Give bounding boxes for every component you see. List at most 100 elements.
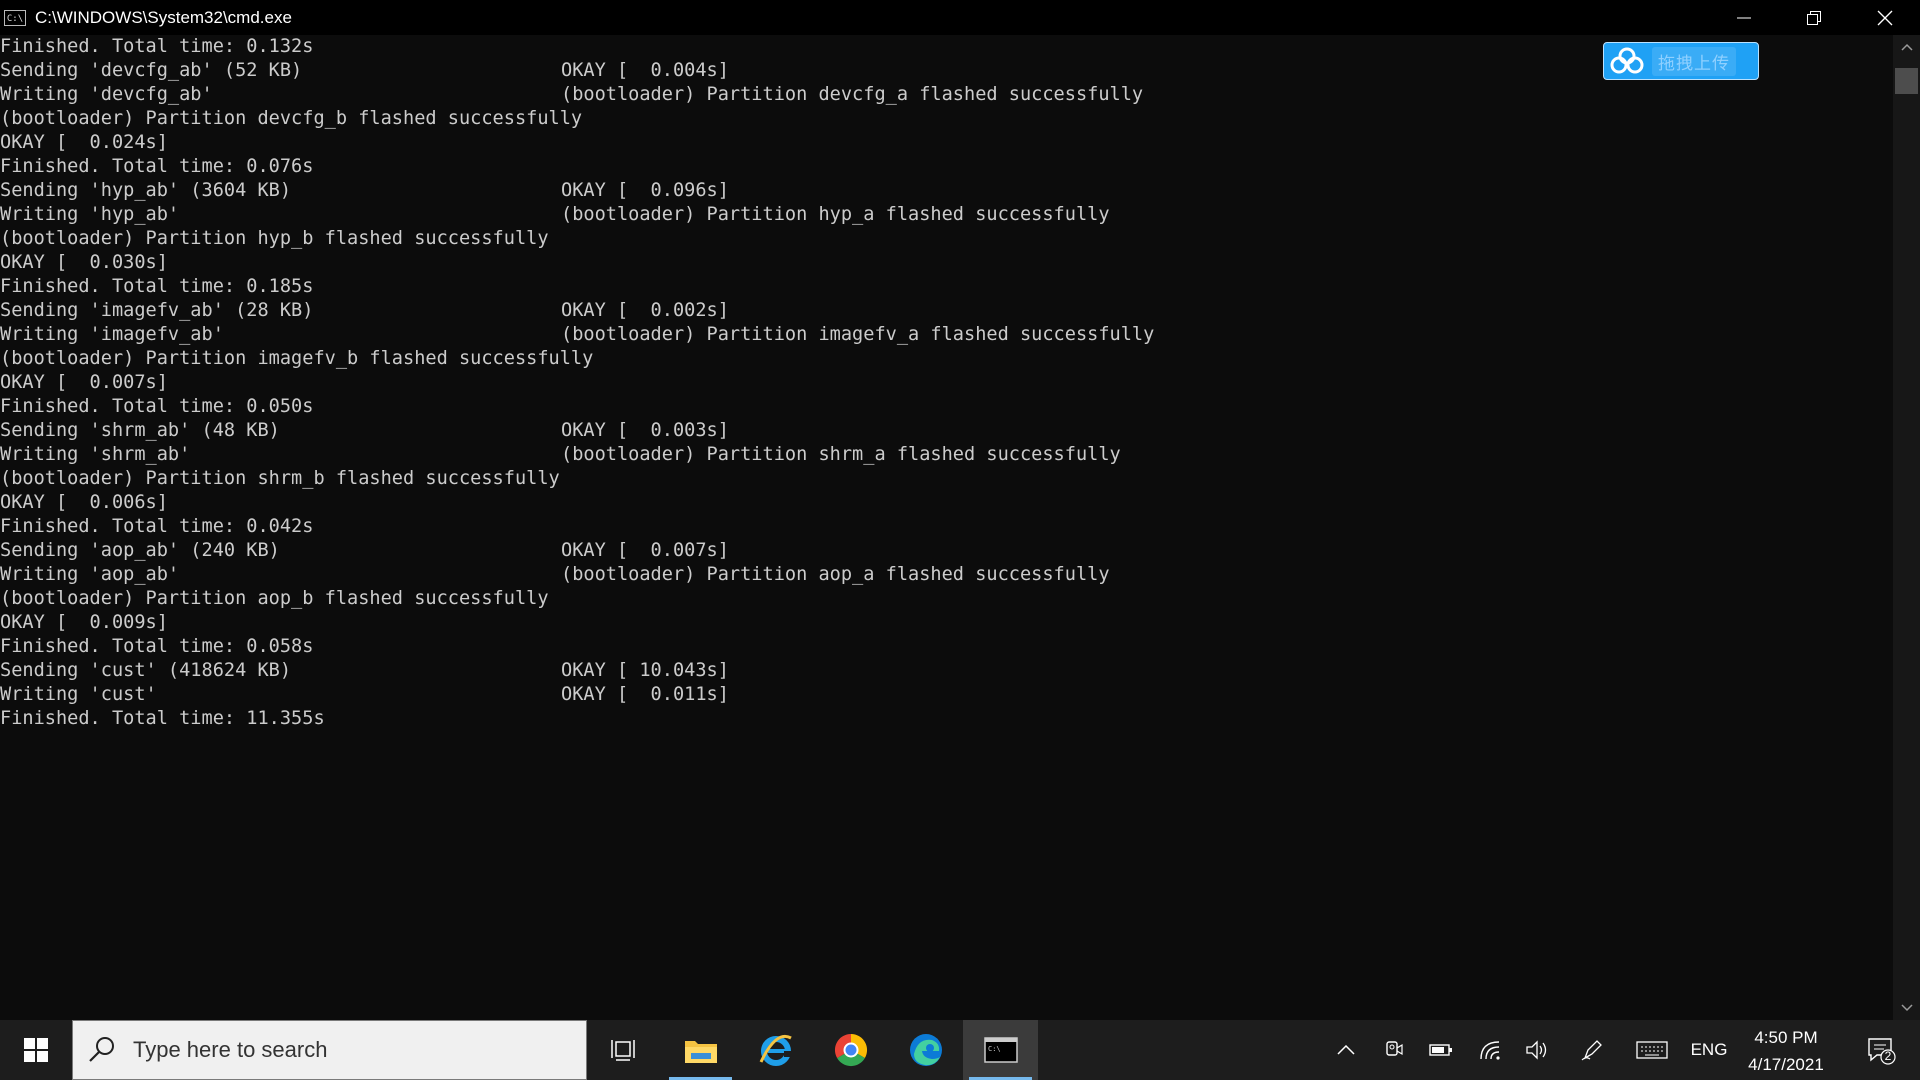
console-line-text: OKAY [ 0.007s] bbox=[0, 372, 168, 393]
close-icon bbox=[1877, 10, 1893, 25]
console-line: OKAY [ 0.024s] bbox=[0, 131, 168, 155]
console-line-text: Sending 'cust' (418624 KB) bbox=[0, 660, 292, 681]
console-line-status: OKAY [ 0.011s] bbox=[561, 684, 729, 705]
console-line: (bootloader) Partition hyp_b flashed suc… bbox=[0, 227, 549, 251]
battery-status[interactable] bbox=[1425, 1020, 1457, 1080]
console-line: OKAY [ 0.007s] bbox=[0, 371, 168, 395]
show-hidden-icons-button[interactable] bbox=[1330, 1020, 1362, 1080]
minimize-button[interactable] bbox=[1709, 0, 1779, 35]
console-line-text: Sending 'aop_ab' (240 KB) bbox=[0, 540, 280, 561]
webcam-icon bbox=[1386, 1041, 1403, 1056]
action-center-button[interactable]: 2 bbox=[1856, 1020, 1906, 1080]
console-line: Finished. Total time: 0.050s bbox=[0, 395, 313, 419]
file-explorer-button[interactable] bbox=[663, 1020, 738, 1080]
console-line: OKAY [ 0.030s] bbox=[0, 251, 168, 275]
network-status[interactable] bbox=[1474, 1020, 1506, 1080]
console-line-text: Finished. Total time: 0.076s bbox=[0, 156, 314, 177]
console-line-text: Writing 'devcfg_ab' bbox=[0, 84, 213, 105]
console-line-text: Finished. Total time: 0.185s bbox=[0, 276, 314, 297]
scroll-up-button[interactable] bbox=[1893, 35, 1920, 59]
chrome-button[interactable] bbox=[813, 1020, 888, 1080]
console-line: Finished. Total time: 0.042s bbox=[0, 515, 313, 539]
keyboard-icon bbox=[1636, 1041, 1668, 1059]
console-line-text: Finished. Total time: 0.132s bbox=[0, 36, 314, 57]
console-line-text: Sending 'devcfg_ab' (52 KB) bbox=[0, 60, 303, 81]
clock-time: 4:50 PM bbox=[1754, 1028, 1818, 1047]
console-line-text: (bootloader) Partition devcfg_b flashed … bbox=[0, 108, 583, 129]
taskbar-search-box[interactable]: Type here to search bbox=[72, 1020, 587, 1080]
clock-date: 4/17/2021 bbox=[1748, 1055, 1824, 1074]
clock[interactable]: 4:50 PM 4/17/2021 bbox=[1726, 1020, 1846, 1080]
console-line: Writing 'shrm_ab' (bootloader) Partition … bbox=[0, 443, 1121, 467]
windows-logo-icon bbox=[24, 1038, 48, 1062]
console-line: Sending 'devcfg_ab' (52 KB) OKAY [ 0.004s… bbox=[0, 59, 729, 83]
console-line-text: Writing 'shrm_ab' bbox=[0, 444, 191, 465]
console-line-text: (bootloader) Partition shrm_b flashed su… bbox=[0, 468, 560, 489]
console-line: Sending 'aop_ab' (240 KB) OKAY [ 0.007s] bbox=[0, 539, 729, 563]
console-line-status: OKAY [ 0.096s] bbox=[561, 180, 729, 201]
pen-icon bbox=[1581, 1040, 1602, 1061]
console-line: Writing 'aop_ab' (bootloader) Partition a… bbox=[0, 563, 1110, 587]
console-line-status: OKAY [ 0.007s] bbox=[561, 540, 729, 561]
console-line: Sending 'hyp_ab' (3604 KB) OKAY [ 0.096s] bbox=[0, 179, 729, 203]
console-line-text: Writing 'aop_ab' bbox=[0, 564, 180, 585]
console-line-status: (bootloader) Partition aop_a flashed suc… bbox=[561, 564, 1110, 585]
scroll-thumb[interactable] bbox=[1895, 68, 1918, 94]
title-bar[interactable]: C:\ C:\WINDOWS\System32\cmd.exe bbox=[0, 0, 1920, 35]
task-view-icon bbox=[610, 1040, 635, 1061]
console-line: Finished. Total time: 0.058s bbox=[0, 635, 313, 659]
console-line: Sending 'imagefv_ab' (28 KB) OKAY [ 0.002… bbox=[0, 299, 729, 323]
ie-icon bbox=[759, 1035, 794, 1066]
internet-explorer-button[interactable] bbox=[738, 1020, 813, 1080]
console-line-text: Finished. Total time: 0.042s bbox=[0, 516, 314, 537]
console-line-status: (bootloader) Partition hyp_a flashed suc… bbox=[561, 204, 1110, 225]
console-line: Finished. Total time: 11.355s bbox=[0, 707, 325, 731]
battery-icon bbox=[1429, 1044, 1452, 1056]
console-line-status: (bootloader) Partition shrm_a flashed su… bbox=[561, 444, 1121, 465]
console-line: Writing 'hyp_ab' (bootloader) Partition h… bbox=[0, 203, 1110, 227]
console-line: (bootloader) Partition shrm_b flashed su… bbox=[0, 467, 560, 491]
command-prompt-button[interactable]: C:\ bbox=[963, 1020, 1038, 1080]
console-line-text: Sending 'hyp_ab' (3604 KB) bbox=[0, 180, 292, 201]
console-line: Sending 'cust' (418624 KB) OKAY [ 10.043s… bbox=[0, 659, 729, 683]
console-line-text: Writing 'cust' bbox=[0, 684, 157, 705]
console-line-text: Sending 'shrm_ab' (48 KB) bbox=[0, 420, 280, 441]
start-button[interactable] bbox=[0, 1020, 72, 1080]
console-line: Finished. Total time: 0.185s bbox=[0, 275, 313, 299]
touch-keyboard-button[interactable] bbox=[1632, 1020, 1672, 1080]
console-line-status: OKAY [ 10.043s] bbox=[561, 660, 729, 681]
cmd-app-icon[interactable]: C:\ bbox=[4, 9, 26, 26]
folder-icon bbox=[684, 1041, 717, 1063]
console-line-text: OKAY [ 0.006s] bbox=[0, 492, 168, 513]
console-line: Writing 'cust' OKAY [ 0.011s] bbox=[0, 683, 729, 707]
console-line-status: OKAY [ 0.002s] bbox=[561, 300, 729, 321]
pen-workspace-button[interactable] bbox=[1575, 1020, 1609, 1080]
console-line-text: (bootloader) Partition imagefv_b flashed… bbox=[0, 348, 594, 369]
meet-now-button[interactable] bbox=[1378, 1020, 1410, 1080]
speaker-icon bbox=[1526, 1040, 1547, 1060]
console-line-text: (bootloader) Partition aop_b flashed suc… bbox=[0, 588, 549, 609]
console-line-text: Writing 'hyp_ab' bbox=[0, 204, 180, 225]
svg-text:C:\: C:\ bbox=[988, 1045, 1001, 1053]
console-output[interactable]: Finished. Total time: 0.132s Sending 'dev… bbox=[0, 35, 1893, 1020]
scroll-down-button[interactable] bbox=[1893, 996, 1920, 1020]
window-title: C:\WINDOWS\System32\cmd.exe bbox=[35, 7, 292, 27]
volume-control[interactable] bbox=[1521, 1020, 1553, 1080]
edge-button[interactable] bbox=[888, 1020, 963, 1080]
console-line: OKAY [ 0.006s] bbox=[0, 491, 168, 515]
console-line-text: Finished. Total time: 0.050s bbox=[0, 396, 314, 417]
console-line: Sending 'shrm_ab' (48 KB) OKAY [ 0.003s] bbox=[0, 419, 729, 443]
vertical-scrollbar[interactable] bbox=[1893, 35, 1920, 1020]
console-line-status: (bootloader) Partition imagefv_a flashed… bbox=[561, 324, 1155, 345]
console-line: OKAY [ 0.009s] bbox=[0, 611, 168, 635]
task-view-button[interactable] bbox=[587, 1020, 662, 1080]
restore-button[interactable] bbox=[1779, 0, 1849, 35]
console-line-text: Writing 'imagefv_ab' bbox=[0, 324, 224, 345]
wifi-icon bbox=[1480, 1041, 1500, 1060]
console-line-text: OKAY [ 0.030s] bbox=[0, 252, 168, 273]
console-line-text: OKAY [ 0.009s] bbox=[0, 612, 168, 633]
drag-upload-widget[interactable]: 拖拽上传 bbox=[1603, 42, 1759, 80]
close-button[interactable] bbox=[1850, 0, 1920, 35]
console-line: Writing 'imagefv_ab' (bootloader) Partiti… bbox=[0, 323, 1154, 347]
notification-count: 2 bbox=[1884, 1049, 1892, 1063]
